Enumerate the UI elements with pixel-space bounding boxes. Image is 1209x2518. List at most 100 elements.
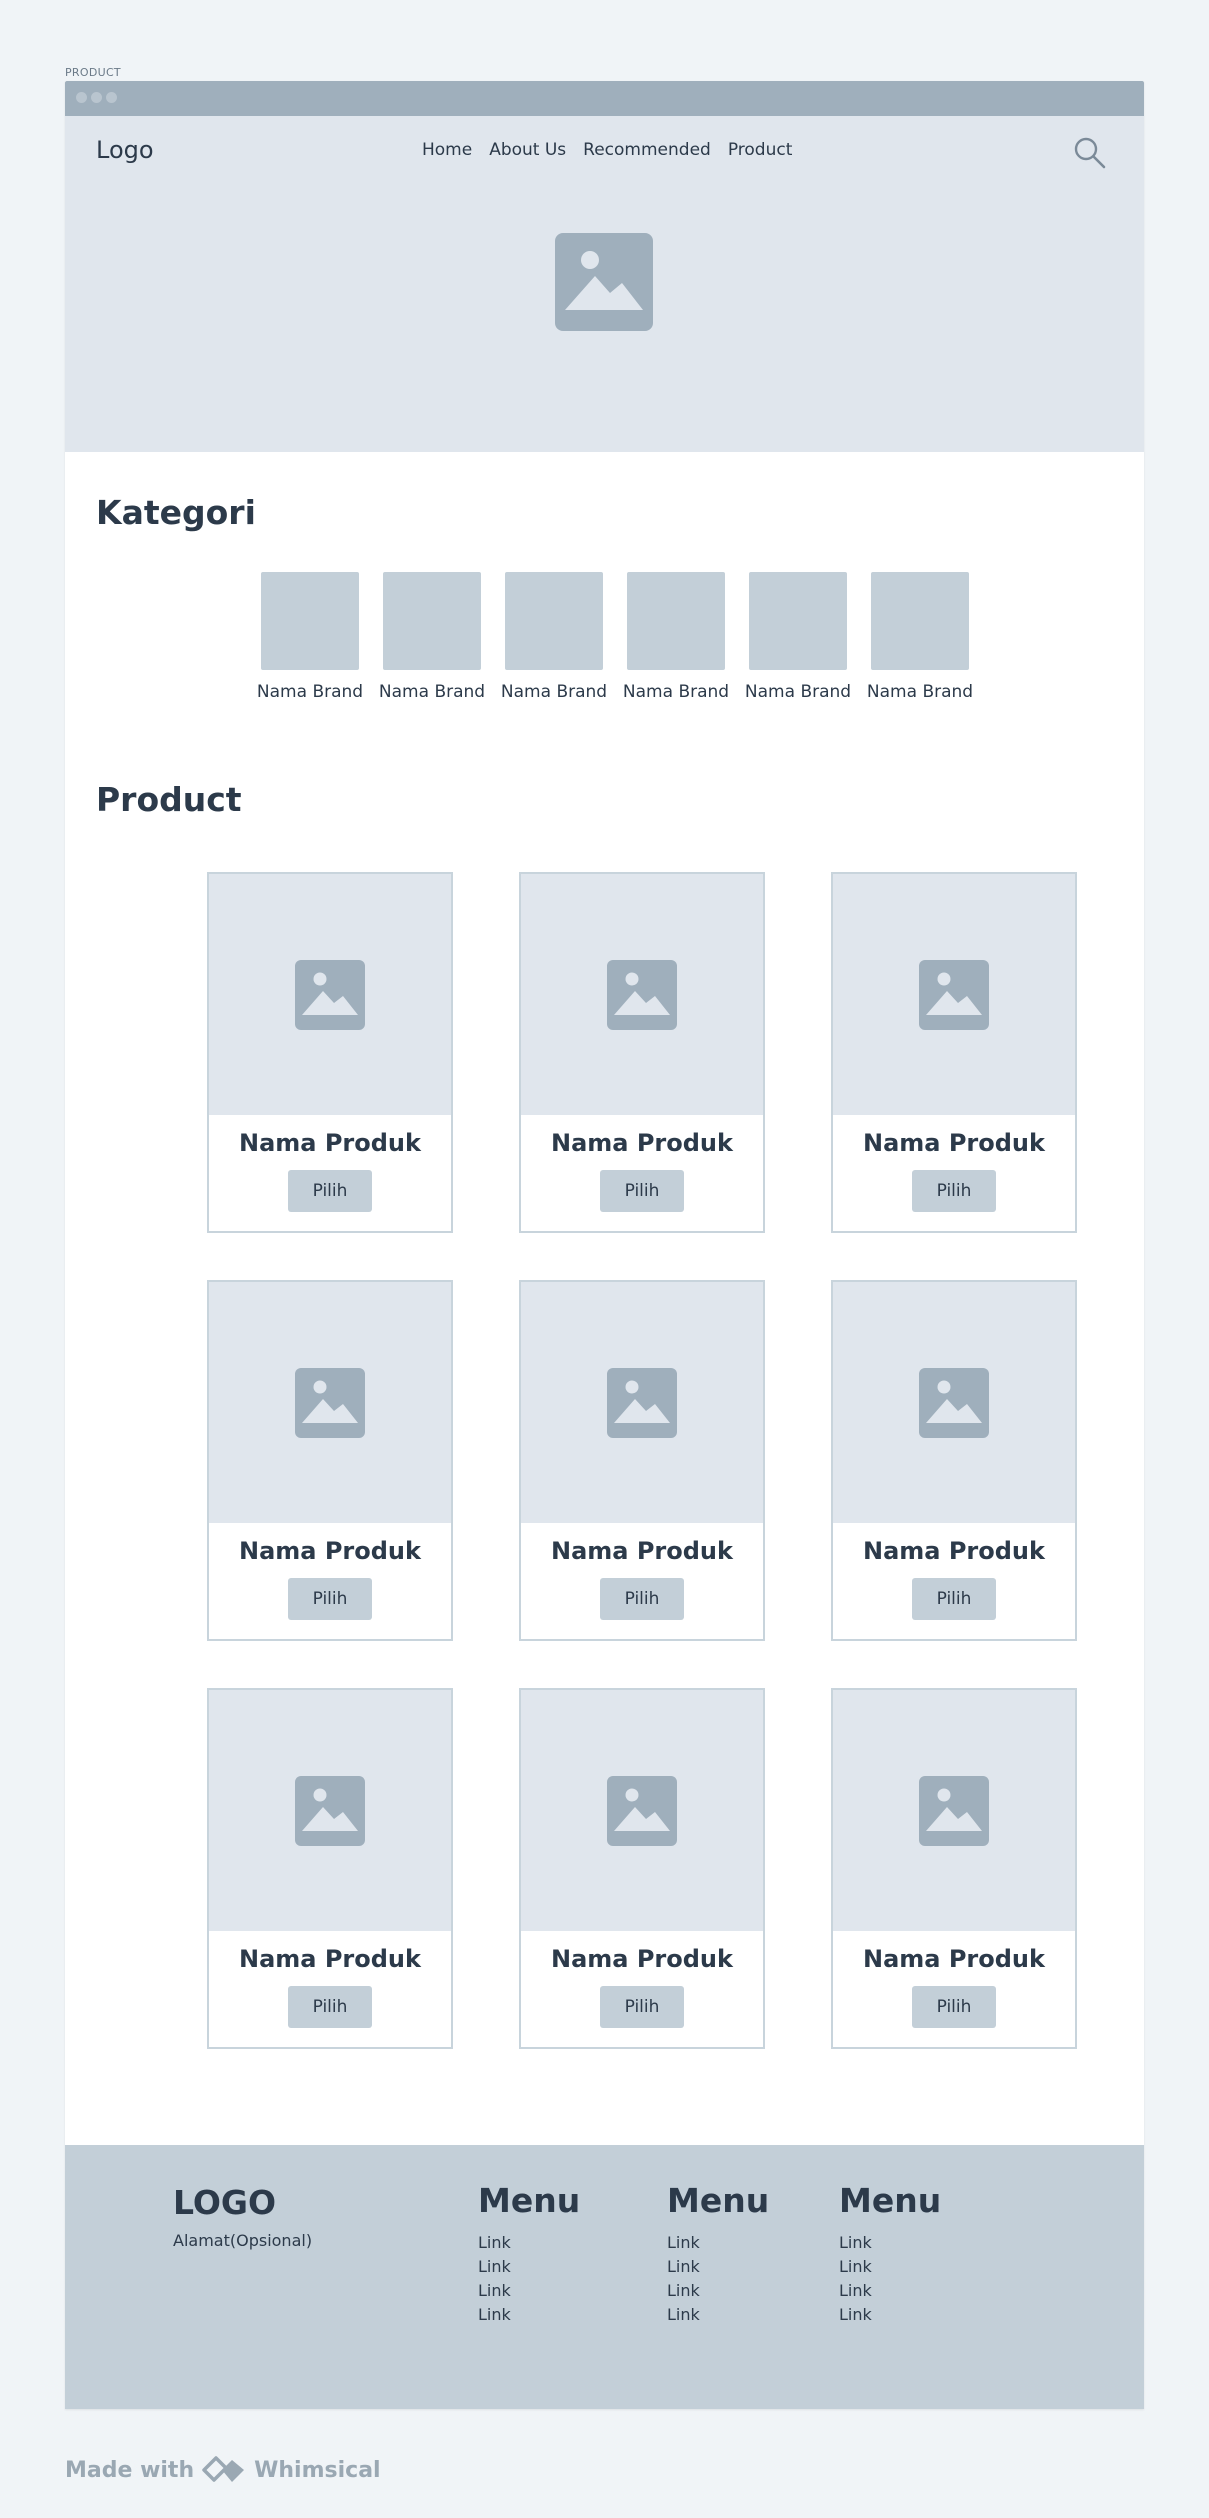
whimsical-brand: Whimsical <box>254 2457 381 2483</box>
product-image <box>209 1690 451 1931</box>
product-name: Nama Produk <box>551 1537 733 1565</box>
product-image <box>521 1690 763 1931</box>
image-placeholder-icon <box>295 1775 365 1846</box>
pilih-button[interactable]: Pilih <box>600 1578 684 1620</box>
brand-tile <box>749 572 847 670</box>
product-grid: Nama Produk Pilih Nama Produk Pilih Nama Pro… <box>207 872 1077 2049</box>
brand-label: Nama Brand <box>500 682 608 702</box>
nav-product[interactable]: Product <box>728 140 793 160</box>
kategori-title: Kategori <box>96 493 256 532</box>
header-logo[interactable]: Logo <box>96 136 154 164</box>
product-image <box>833 1690 1075 1931</box>
product-card[interactable]: Nama Produk Pilih <box>831 1688 1077 2049</box>
image-placeholder-icon <box>295 1367 365 1438</box>
wireframe-frame: Logo Home About Us Recommended Product K… <box>65 81 1144 2409</box>
category-item[interactable]: Nama Brand <box>737 572 859 702</box>
whimsical-watermark[interactable]: Made with Whimsical <box>65 2455 381 2485</box>
brand-label: Nama Brand <box>744 682 852 702</box>
category-item[interactable]: Nama Brand <box>859 572 981 702</box>
whimsical-logo-icon <box>202 2456 245 2482</box>
pilih-button[interactable]: Pilih <box>912 1578 996 1620</box>
product-name: Nama Produk <box>551 1945 733 1973</box>
product-name: Nama Produk <box>863 1129 1045 1157</box>
product-name: Nama Produk <box>239 1945 421 1973</box>
image-placeholder-icon <box>607 1367 677 1438</box>
image-placeholder-icon <box>607 1775 677 1846</box>
category-list: Nama Brand Nama Brand Nama Brand Nama Br… <box>249 572 981 702</box>
brand-tile <box>627 572 725 670</box>
product-image <box>521 874 763 1115</box>
pilih-button[interactable]: Pilih <box>288 1986 372 2028</box>
product-name: Nama Produk <box>551 1129 733 1157</box>
category-item[interactable]: Nama Brand <box>493 572 615 702</box>
pilih-button[interactable]: Pilih <box>288 1170 372 1212</box>
product-name: Nama Produk <box>863 1537 1045 1565</box>
image-placeholder-icon <box>607 959 677 1030</box>
footer-link[interactable]: Link <box>839 2255 941 2279</box>
footer-link[interactable]: Link <box>839 2303 941 2327</box>
brand-tile <box>261 572 359 670</box>
pilih-button[interactable]: Pilih <box>912 1986 996 2028</box>
image-placeholder-icon <box>295 959 365 1030</box>
search-icon[interactable] <box>1073 136 1107 170</box>
product-card[interactable]: Nama Produk Pilih <box>519 1280 765 1641</box>
window-dot <box>106 92 117 103</box>
product-image <box>833 1282 1075 1523</box>
product-card[interactable]: Nama Produk Pilih <box>207 1688 453 2049</box>
footer-menu-column: Menu Link Link Link Link <box>667 2181 770 2327</box>
brand-label: Nama Brand <box>256 682 364 702</box>
product-title: Product <box>96 780 242 819</box>
product-card[interactable]: Nama Produk Pilih <box>207 1280 453 1641</box>
footer-link[interactable]: Link <box>667 2231 769 2255</box>
footer-link[interactable]: Link <box>667 2255 769 2279</box>
category-item[interactable]: Nama Brand <box>249 572 371 702</box>
product-name: Nama Produk <box>239 1129 421 1157</box>
footer-menu-column: Menu Link Link Link Link <box>839 2181 942 2327</box>
footer-menu-column: Menu Link Link Link Link <box>478 2181 581 2327</box>
footer-menu-title: Menu <box>478 2181 581 2220</box>
footer: LOGO Alamat(Opsional) Menu Link Link Lin… <box>65 2145 1144 2409</box>
product-card[interactable]: Nama Produk Pilih <box>831 872 1077 1233</box>
footer-link[interactable]: Link <box>667 2279 769 2303</box>
footer-link[interactable]: Link <box>667 2303 769 2327</box>
product-card[interactable]: Nama Produk Pilih <box>831 1280 1077 1641</box>
brand-label: Nama Brand <box>866 682 974 702</box>
footer-link[interactable]: Link <box>478 2279 580 2303</box>
made-with-text: Made with <box>65 2457 195 2483</box>
footer-address: Alamat(Opsional) <box>173 2231 313 2250</box>
category-item[interactable]: Nama Brand <box>371 572 493 702</box>
nav-recommended[interactable]: Recommended <box>583 140 711 160</box>
footer-link[interactable]: Link <box>839 2279 941 2303</box>
pilih-button[interactable]: Pilih <box>600 1986 684 2028</box>
nav-about-us[interactable]: About Us <box>489 140 566 160</box>
image-placeholder-icon <box>555 233 653 331</box>
footer-logo[interactable]: LOGO <box>173 2183 276 2222</box>
product-image <box>521 1282 763 1523</box>
page-label: PRODUCT <box>65 66 121 79</box>
brand-tile <box>383 572 481 670</box>
pilih-button[interactable]: Pilih <box>600 1170 684 1212</box>
brand-label: Nama Brand <box>378 682 486 702</box>
category-item[interactable]: Nama Brand <box>615 572 737 702</box>
pilih-button[interactable]: Pilih <box>288 1578 372 1620</box>
footer-link[interactable]: Link <box>839 2231 941 2255</box>
image-placeholder-icon <box>919 1775 989 1846</box>
footer-menu-title: Menu <box>839 2181 942 2220</box>
product-name: Nama Produk <box>239 1537 421 1565</box>
footer-link[interactable]: Link <box>478 2255 580 2279</box>
image-placeholder-icon <box>919 1367 989 1438</box>
product-card[interactable]: Nama Produk Pilih <box>207 872 453 1233</box>
product-card[interactable]: Nama Produk Pilih <box>519 1688 765 2049</box>
footer-link[interactable]: Link <box>478 2231 580 2255</box>
product-image <box>833 874 1075 1115</box>
brand-tile <box>505 572 603 670</box>
footer-link[interactable]: Link <box>478 2303 580 2327</box>
product-card[interactable]: Nama Produk Pilih <box>519 872 765 1233</box>
window-titlebar <box>65 81 1144 116</box>
footer-menu-title: Menu <box>667 2181 770 2220</box>
window-dot <box>91 92 102 103</box>
product-name: Nama Produk <box>863 1945 1045 1973</box>
nav-home[interactable]: Home <box>422 140 472 160</box>
brand-label: Nama Brand <box>622 682 730 702</box>
pilih-button[interactable]: Pilih <box>912 1170 996 1212</box>
